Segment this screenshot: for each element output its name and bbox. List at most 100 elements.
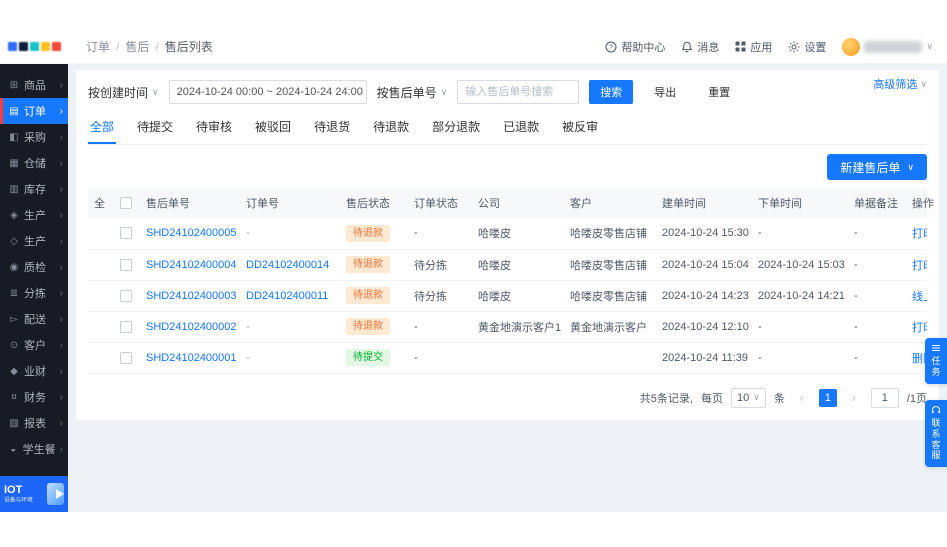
chevron-right-icon: › <box>59 443 63 455</box>
reset-button[interactable]: 重置 <box>697 80 741 104</box>
search-input[interactable] <box>457 80 580 104</box>
tab-pending-refund[interactable]: 待退款 <box>371 115 411 144</box>
tab-pending-return[interactable]: 待退货 <box>312 115 352 144</box>
row-checkbox[interactable] <box>120 351 132 364</box>
per-page-label: 每页 <box>700 392 723 405</box>
settings-label: 设置 <box>804 41 827 54</box>
select-all-header[interactable]: 全 <box>88 188 114 218</box>
sidebar-item-sorting[interactable]: ≣ 分拣 › <box>0 280 68 306</box>
help-center-button[interactable]: ? 帮助中心 <box>605 39 665 55</box>
order-no-cell[interactable]: - <box>246 352 250 364</box>
number-field-select[interactable]: 按售后单号 ∨ <box>377 84 448 101</box>
inventory-icon: ▥ <box>9 183 19 195</box>
table-row: SHD24102400003 DD24102400011 待退款 待分拣 哈喽皮… <box>88 280 927 312</box>
tasks-float-button[interactable]: 任务 <box>925 338 947 384</box>
ordered-at-cell: - <box>752 342 848 374</box>
tab-partial-refund[interactable]: 部分退款 <box>430 115 482 144</box>
chevron-down-icon: ∨ <box>753 392 760 402</box>
chevron-down-icon: ∨ <box>926 41 933 51</box>
page-jump-input[interactable] <box>870 387 899 408</box>
date-range-input[interactable]: 2024-10-24 00:00 ~ 2024-10-24 24:00 <box>168 80 367 104</box>
sidebar-item-business-finance[interactable]: ◆ 业财 › <box>0 358 68 384</box>
tab-all[interactable]: 全部 <box>88 115 117 144</box>
created-at-cell: 2024-10-24 12:10 <box>656 311 752 343</box>
row-action-link[interactable]: 打印 <box>912 228 927 240</box>
iot-text: IOT 设备与环境 <box>4 484 44 505</box>
page-size-value: 10 <box>736 391 750 404</box>
after-sale-no-link[interactable]: SHD24102400004 <box>146 259 237 271</box>
main-content: 高级筛选 ∨ 按创建时间 ∨ 2024-10-24 00:00 ~ 2024-1… <box>68 64 947 512</box>
business-finance-icon: ◆ <box>10 365 18 377</box>
customer-cell: 哈喽皮零售店铺 <box>564 218 656 250</box>
sidebar-item-customers[interactable]: ⊙ 客户 › <box>0 332 68 358</box>
sidebar-item-student-meals[interactable]: ◒ 学生餐 › <box>0 436 68 462</box>
tasks-label: 任务 <box>931 356 941 377</box>
ordered-at-cell: 2024-10-24 14:21 <box>752 280 848 312</box>
sidebar-item-reports[interactable]: ▧ 报表 › <box>0 410 68 436</box>
row-checkbox[interactable] <box>120 258 132 271</box>
export-button[interactable]: 导出 <box>643 80 687 104</box>
prev-page-button[interactable]: ‹ <box>793 389 811 407</box>
user-menu[interactable]: ∨ <box>842 37 933 56</box>
page-size-select[interactable]: 10 ∨ <box>730 387 766 408</box>
after-sale-no-link[interactable]: SHD24102400005 <box>146 227 237 239</box>
sidebar-item-delivery[interactable]: ▻ 配送 › <box>0 306 68 332</box>
chevron-down-icon: ∨ <box>920 78 927 89</box>
time-field-select[interactable]: 按创建时间 ∨ <box>88 84 159 101</box>
search-button[interactable]: 搜索 <box>589 80 634 104</box>
tab-rejected[interactable]: 被驳回 <box>253 115 293 144</box>
row-action-link[interactable]: 打印 <box>912 260 927 272</box>
settings-button[interactable]: 设置 <box>788 39 826 55</box>
sidebar-item-inventory[interactable]: ▥ 库存 › <box>0 176 68 202</box>
sidebar-item-label: 生产 <box>24 236 46 248</box>
help-icon: ? <box>605 41 617 52</box>
iot-banner[interactable]: IOT 设备与环境 <box>0 476 68 512</box>
current-page-button[interactable]: 1 <box>818 388 837 407</box>
after-sale-no-link[interactable]: SHD24102400002 <box>146 321 237 333</box>
tab-pending-review[interactable]: 待审核 <box>194 115 234 144</box>
row-checkbox[interactable] <box>120 227 132 240</box>
tab-review-reversed[interactable]: 被反审 <box>560 115 600 144</box>
advanced-filter-link[interactable]: 高级筛选 ∨ <box>873 76 927 92</box>
next-page-button[interactable]: › <box>845 389 863 407</box>
sidebar-item-production-2[interactable]: ◇ 生产 › <box>0 228 68 254</box>
sidebar-item-orders[interactable]: ▤ 订单 › <box>0 98 68 124</box>
after-sale-no-link[interactable]: SHD24102400003 <box>146 290 237 302</box>
after-sale-no-link[interactable]: SHD24102400001 <box>146 352 237 364</box>
sidebar-item-warehouse[interactable]: ▦ 仓储 › <box>0 150 68 176</box>
col-after-sale-no: 售后单号 <box>140 188 240 218</box>
row-checkbox[interactable] <box>120 289 132 302</box>
after-sales-list-card: 高级筛选 ∨ 按创建时间 ∨ 2024-10-24 00:00 ~ 2024-1… <box>76 70 939 420</box>
row-action-link[interactable]: 打印 <box>912 322 927 334</box>
iot-thumbnail <box>47 483 64 505</box>
sidebar-item-production[interactable]: ◈ 生产 › <box>0 202 68 228</box>
order-no-cell[interactable]: - <box>246 321 250 333</box>
expand-cell <box>88 342 114 374</box>
order-no-cell[interactable]: DD24102400014 <box>246 259 329 271</box>
select-all-checkbox[interactable] <box>120 197 132 210</box>
apps-button[interactable]: 应用 <box>735 39 772 55</box>
order-no-cell[interactable]: - <box>246 227 250 239</box>
sidebar-item-purchase[interactable]: ◧ 采购 › <box>0 124 68 150</box>
sidebar-item-finance[interactable]: ¤ 财务 › <box>0 384 68 410</box>
new-after-sale-button[interactable]: 新建售后单 ∨ <box>827 154 927 180</box>
sidebar: ⊞ 商品 › ▤ 订单 › ◧ 采购 › ▦ 仓储 › ▥ 库存 › ◈ 生产 › ◇ 生产 › ◉ 质检 › … <box>0 64 68 512</box>
sidebar-item-quality[interactable]: ◉ 质检 › <box>0 254 68 280</box>
goods-icon: ⊞ <box>9 79 19 91</box>
status-badge: 待退款 <box>346 256 390 273</box>
col-order-status: 订单状态 <box>408 188 472 218</box>
messages-button[interactable]: 消息 <box>681 39 719 55</box>
col-after-sale-status: 售后状态 <box>340 188 408 218</box>
breadcrumb-item[interactable]: 售后 <box>116 38 149 55</box>
customer-service-float-button[interactable]: 联系客服 <box>925 400 947 468</box>
tab-pending-submit[interactable]: 待提交 <box>135 115 175 144</box>
breadcrumb-item[interactable]: 订单 <box>86 38 110 55</box>
sidebar-item-goods[interactable]: ⊞ 商品 › <box>0 72 68 98</box>
chevron-right-icon: › <box>59 391 63 403</box>
tab-refunded[interactable]: 已退款 <box>501 115 541 144</box>
avatar <box>842 37 861 56</box>
company-cell: 黄金地演示客户1 <box>472 311 564 343</box>
order-no-cell[interactable]: DD24102400011 <box>246 290 328 302</box>
row-checkbox[interactable] <box>120 320 132 333</box>
row-action-link[interactable]: 线上退款 <box>912 291 927 303</box>
